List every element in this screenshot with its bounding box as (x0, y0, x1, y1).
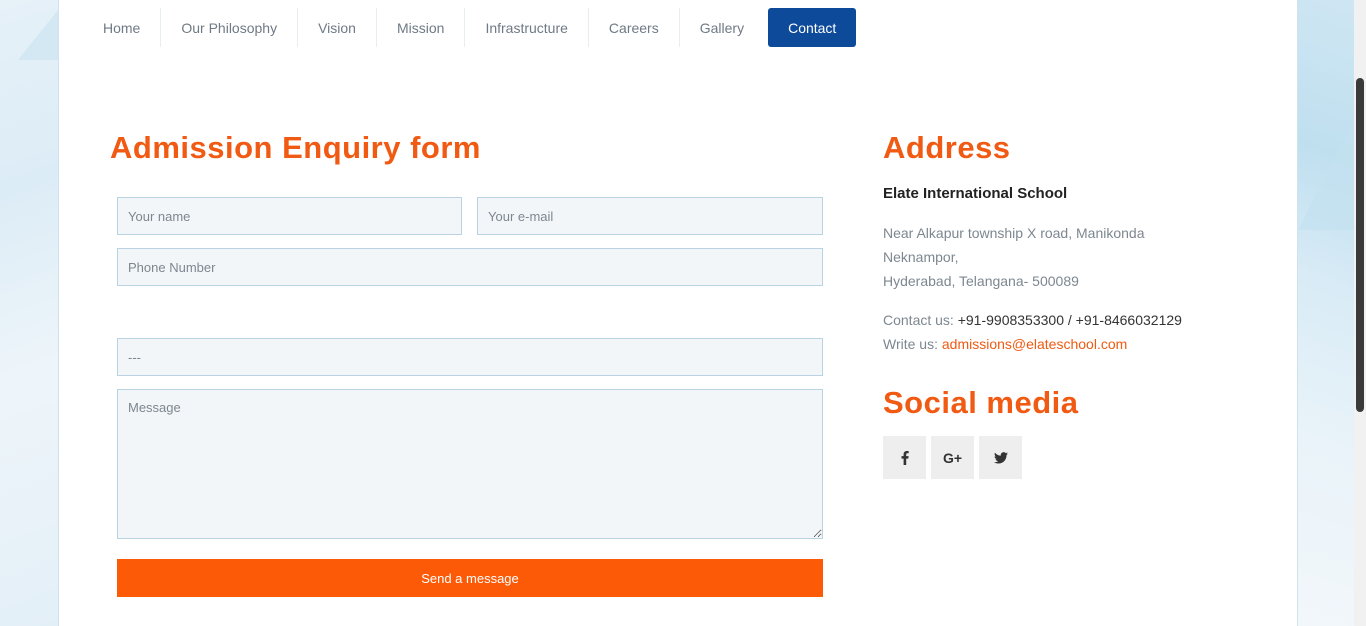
content-panel: Home Our Philosophy Vision Mission Infra… (58, 0, 1298, 626)
nav-item-vision[interactable]: Vision (298, 8, 377, 47)
main-navigation: Home Our Philosophy Vision Mission Infra… (83, 8, 857, 47)
name-input[interactable] (117, 197, 462, 235)
google-plus-button[interactable]: G+ (931, 436, 974, 479)
address-title: Address (883, 130, 1011, 165)
nav-item-infrastructure[interactable]: Infrastructure (465, 8, 589, 47)
social-buttons: G+ (883, 436, 1022, 479)
social-media-title: Social media (883, 385, 1079, 420)
email-input[interactable] (477, 197, 823, 235)
nav-item-home[interactable]: Home (83, 8, 162, 47)
background-left-decoration (0, 0, 60, 626)
phone-input[interactable] (117, 248, 823, 286)
scrollbar-thumb[interactable] (1356, 78, 1364, 412)
nav-item-careers[interactable]: Careers (589, 8, 680, 47)
address-line-1: Near Alkapur township X road, Manikonda (883, 225, 1145, 241)
page-scrollbar[interactable] (1354, 0, 1366, 626)
message-textarea[interactable] (117, 389, 823, 539)
write-label: Write us: (883, 336, 938, 352)
nav-item-our-philosophy[interactable]: Our Philosophy (161, 8, 299, 47)
contact-label: Contact us: (883, 312, 954, 328)
nav-item-mission[interactable]: Mission (377, 8, 466, 47)
enquiry-select[interactable] (117, 338, 823, 376)
nav-item-gallery[interactable]: Gallery (680, 8, 764, 47)
twitter-button[interactable] (979, 436, 1022, 479)
background-left-triangle (18, 10, 58, 60)
address-line-3: Hyderabad, Telangana- 500089 (883, 273, 1079, 289)
contact-phone-numbers: +91-9908353300 / +91-8466032129 (957, 312, 1182, 328)
write-line: Write us: admissions@elateschool.com (883, 336, 1127, 352)
school-name: Elate International School (883, 185, 1068, 202)
background-right-triangle (1298, 120, 1354, 230)
facebook-button[interactable] (883, 436, 926, 479)
send-message-button[interactable]: Send a message (117, 559, 823, 597)
contact-line: Contact us: +91-9908353300 / +91-8466032… (883, 312, 1182, 328)
address-line-2: Neknampor, (883, 249, 959, 265)
email-link[interactable]: admissions@elateschool.com (942, 336, 1127, 352)
form-title: Admission Enquiry form (110, 130, 481, 165)
background-right-decoration (1298, 0, 1354, 626)
twitter-icon (993, 451, 1008, 464)
nav-item-contact[interactable]: Contact (768, 8, 857, 47)
facebook-icon (901, 450, 909, 465)
google-plus-icon: G+ (942, 449, 963, 466)
